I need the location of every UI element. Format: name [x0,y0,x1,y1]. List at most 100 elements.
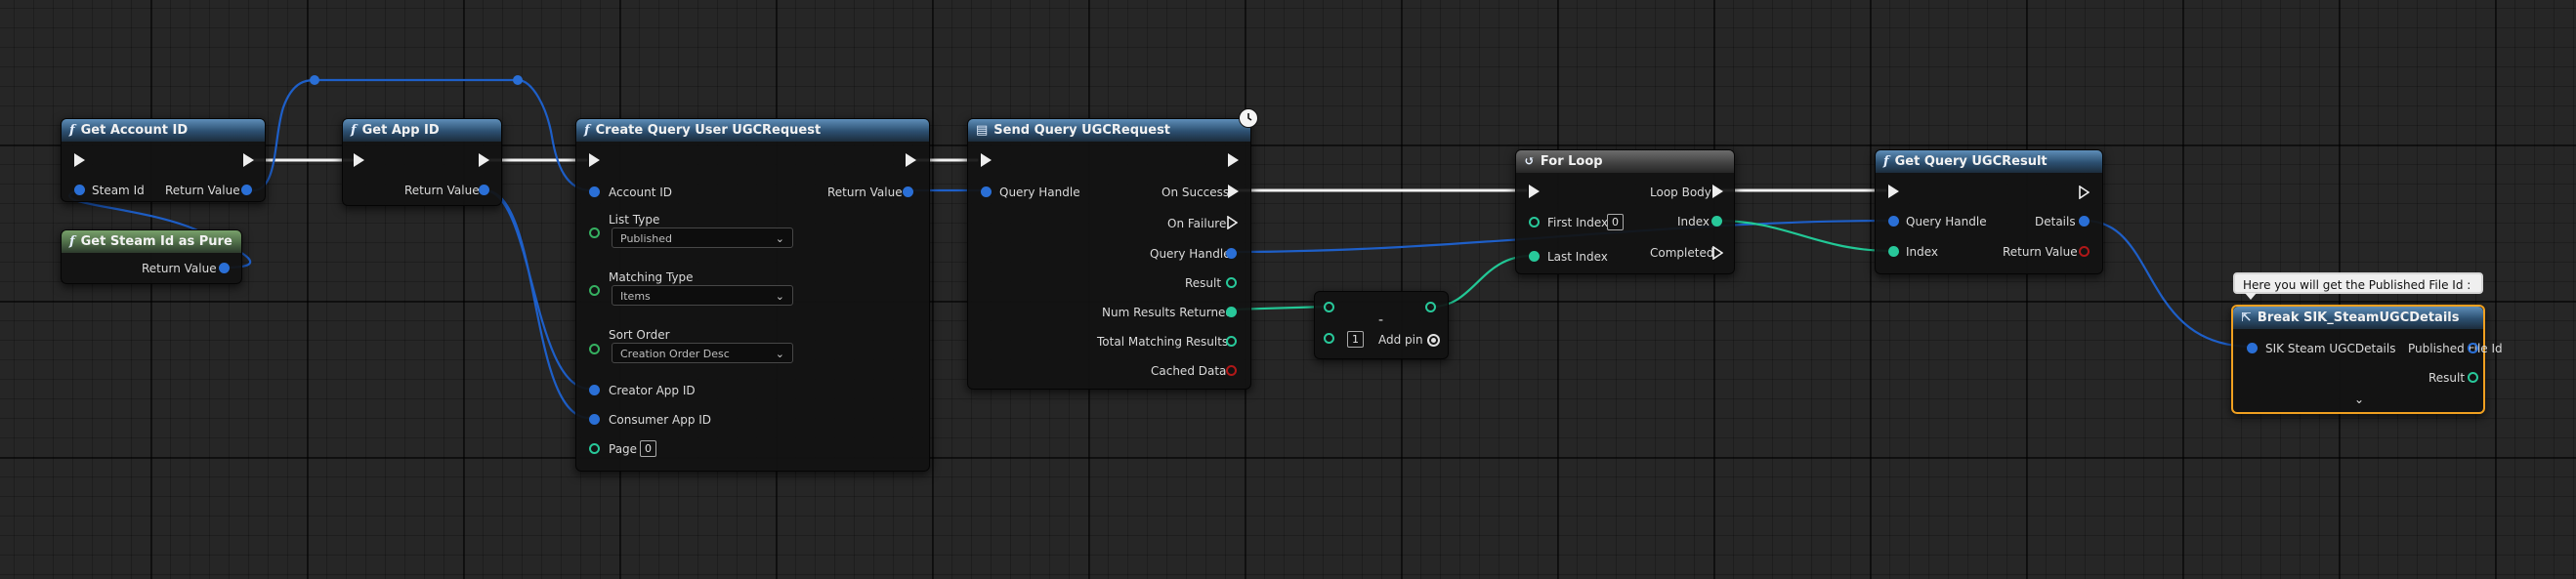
pin-label-completed: Completed [1650,246,1714,260]
sort-order-value: Creation Order Desc [620,348,730,360]
exec-in-pin[interactable] [589,153,600,167]
node-title: Break SIK_SteamUGCDetails [2257,310,2460,325]
node-for-loop[interactable]: ↺ For Loop Loop Body First Index 0 Index … [1515,149,1735,274]
node-break-sik-steamugcdetails[interactable]: ⇱ Break SIK_SteamUGCDetails SIK Steam UGC… [2231,305,2503,414]
index-in-pin[interactable] [1888,246,1899,257]
exec-in-pin[interactable] [74,153,85,167]
pin-label-on-success: On Success [1161,186,1230,199]
return-value-pin[interactable] [241,185,252,195]
account-id-pin[interactable] [589,186,600,197]
node-title: Get App ID [361,123,440,138]
return-value-pin[interactable] [903,186,913,197]
sort-order-pin[interactable] [589,344,600,354]
query-handle-in-pin[interactable] [981,186,992,197]
result-pin[interactable] [1226,277,1237,288]
list-type-value: Published [620,232,672,245]
return-value-pin[interactable] [2079,246,2090,257]
first-index-pin[interactable] [1529,217,1540,227]
node-title: Get Query UGCResult [1894,154,2048,169]
comment-bubble[interactable]: Here you will get the Published File Id … [2233,272,2483,300]
pin-label-last-index: Last Index [1547,250,1608,264]
subtract-out-pin[interactable] [1425,302,1436,312]
query-handle-out-pin[interactable] [1226,248,1237,259]
pin-label-return-value: Return Value [2003,245,2078,259]
index-out-pin[interactable] [1711,216,1722,227]
pin-label-consumer-app-id: Consumer App ID [609,413,712,427]
on-failure-exec-pin[interactable] [1227,215,1239,230]
pin-label-return-value: Return Value [404,184,480,197]
exec-in-pin[interactable] [1529,185,1540,198]
steam-id-pin[interactable] [74,185,85,195]
exec-in-pin[interactable] [981,153,992,167]
pin-label-num-results: Num Results Returned [1102,306,1234,319]
matching-type-dropdown[interactable]: Items ⌄ [612,285,793,306]
matching-type-pin[interactable] [589,285,600,296]
node-get-query-ugcresult[interactable]: f Get Query UGCResult Query Handle Detail… [1875,149,2103,274]
node-create-query-user-ugcrequest[interactable]: f Create Query User UGCRequest Account ID… [575,118,930,472]
node-header: f Get Steam Id as Pure [62,230,241,253]
clock-hands [1247,113,1252,121]
reroute-node-1 [310,75,319,85]
node-header: ▤ Send Query UGCRequest [968,119,1250,142]
node-subtract[interactable]: - 1 Add pin [1314,291,1449,359]
node-title: Get Account ID [80,123,189,138]
cached-data-pin[interactable] [1226,365,1237,376]
node-header: f Get Account ID [62,119,265,142]
on-success-exec-pin[interactable] [1228,185,1239,198]
total-matching-pin[interactable] [1226,336,1237,347]
expand-chevron-icon[interactable]: ⌄ [2354,393,2364,406]
completed-exec-pin[interactable] [1712,245,1724,261]
page-pin[interactable] [589,443,600,454]
consumer-app-id-pin[interactable] [589,414,600,425]
creator-app-id-pin[interactable] [589,385,600,395]
query-handle-pin[interactable] [1888,216,1899,227]
hollow-exec-icon [1227,215,1239,230]
node-get-app-id[interactable]: f Get App ID Return Value [342,118,502,206]
pin-label-result: Result [1185,276,1222,290]
result-pin[interactable] [2468,372,2478,383]
pin-label-details-in: SIK Steam UGCDetails [2265,342,2396,355]
exec-in-pin[interactable] [354,153,364,167]
pin-label-index: Index [1677,215,1710,228]
comment-tail [2245,293,2257,300]
macro-icon: ↺ [1524,154,1535,169]
num-results-pin[interactable] [1226,307,1237,317]
wire-details-break [2083,219,2254,349]
loop-body-exec-pin[interactable] [1712,185,1723,198]
add-pin-icon[interactable] [1427,334,1440,347]
node-get-steam-id-as-pure[interactable]: f Get Steam Id as Pure Return Value [61,229,242,284]
pin-label-creator-app-id: Creator App ID [609,384,696,397]
sort-order-dropdown[interactable]: Creation Order Desc ⌄ [612,343,793,363]
function-icon: f [584,123,590,138]
details-pin[interactable] [2079,216,2090,227]
hollow-exec-icon [1712,245,1724,261]
node-get-account-id[interactable]: f Get Account ID Steam Id Return Value [61,118,266,202]
exec-out-pin[interactable] [2079,185,2090,200]
pin-label-return-value: Return Value [142,262,217,275]
node-header: f Get App ID [343,119,501,142]
exec-in-pin[interactable] [1888,185,1899,198]
pin-label-steam-id: Steam Id [92,184,145,197]
exec-out-pin[interactable] [243,153,254,167]
node-send-query-ugcrequest[interactable]: ▤ Send Query UGCRequest Query Handle On S… [967,108,1258,390]
pin-label-return-value: Return Value [165,184,240,197]
subtract-b-value-box[interactable]: 1 [1347,331,1364,348]
exec-out-pin[interactable] [1228,153,1239,167]
pin-label-query-handle-out: Query Handle [1150,247,1231,261]
return-value-pin[interactable] [479,185,489,195]
page-value-box[interactable]: 0 [640,440,656,457]
subtract-symbol: - [1378,312,1384,328]
list-type-dropdown[interactable]: Published ⌄ [612,227,793,248]
subtract-b-pin[interactable] [1324,333,1334,344]
exec-out-pin[interactable] [906,153,916,167]
return-value-pin[interactable] [219,263,230,273]
list-type-label: List Type [609,213,660,227]
subtract-a-pin[interactable] [1324,302,1334,312]
list-type-pin[interactable] [589,227,600,238]
details-in-pin[interactable] [2247,343,2258,353]
pin-label-query-handle-in: Query Handle [999,186,1080,199]
exec-out-pin[interactable] [479,153,489,167]
published-file-id-out-pin[interactable] [2468,343,2478,353]
first-index-value-box[interactable]: 0 [1607,214,1624,230]
last-index-pin[interactable] [1529,251,1540,262]
